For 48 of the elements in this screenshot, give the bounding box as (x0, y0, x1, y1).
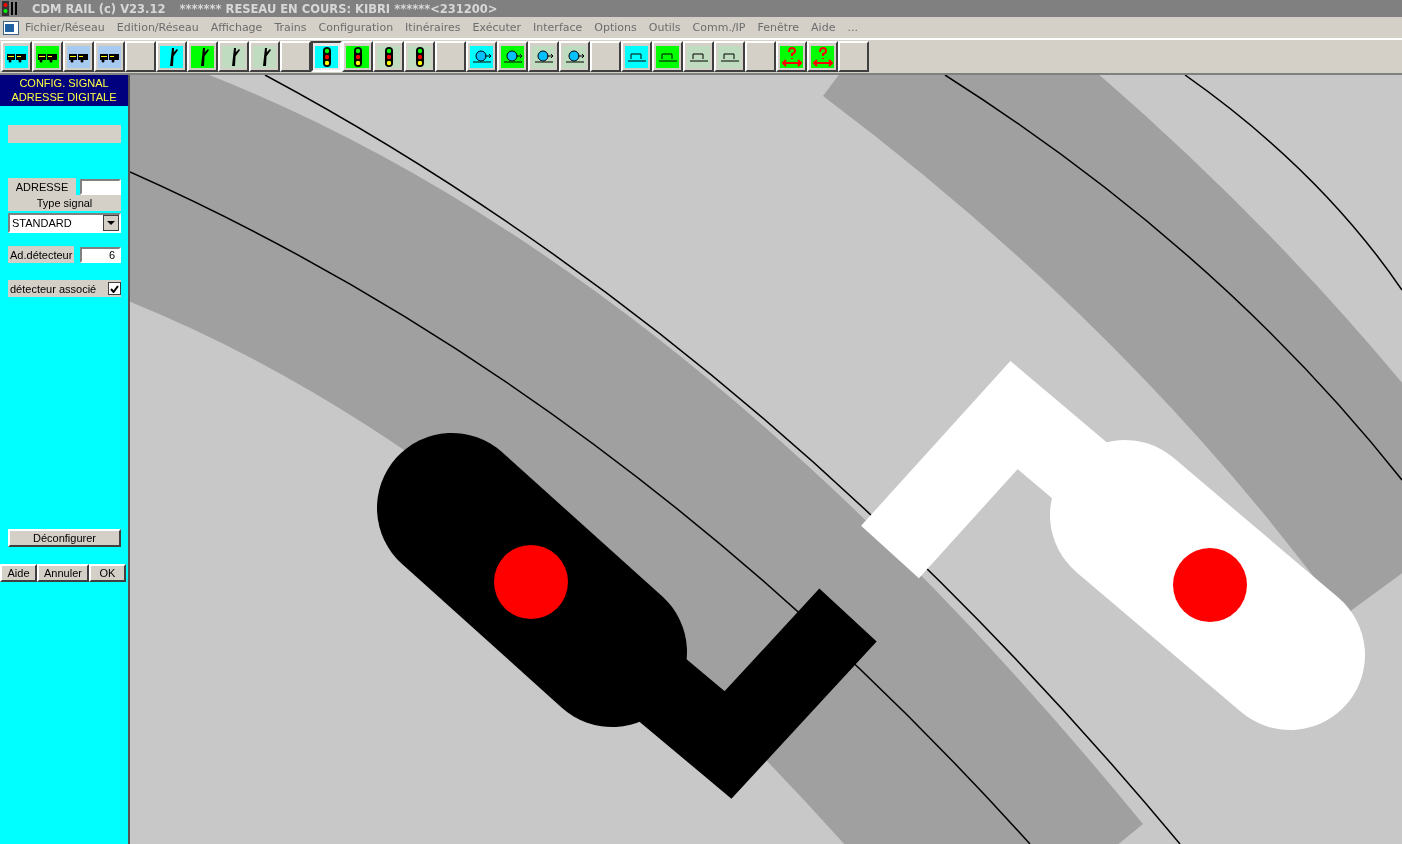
dialog-button[interactable]: OK (89, 564, 126, 582)
menu-item[interactable]: Configuration (312, 21, 400, 34)
sensor-icon (532, 48, 555, 65)
panel-title: ADRESSE DIGITALE (11, 90, 117, 104)
signal-type-dropdown[interactable]: STANDARD (8, 213, 121, 233)
checkbox[interactable] (108, 282, 121, 295)
menu-item[interactable]: Fenêtre (751, 21, 806, 34)
detector-label: Ad.détecteur (8, 246, 75, 263)
app-title: CDM RAIL (c) V23.12 (32, 1, 166, 16)
menu-item[interactable]: Outils (642, 21, 687, 34)
dialog-button[interactable]: Annuler (37, 564, 89, 582)
menu-item[interactable]: Edition/Réseau (110, 21, 205, 34)
buffer-stop-icon (688, 50, 709, 63)
detector-field[interactable]: 6 (80, 246, 121, 263)
question-arrow-icon (780, 46, 803, 67)
menu-item[interactable]: Options (588, 21, 643, 34)
checkmark-icon (110, 284, 119, 293)
traffic-light-icon (321, 46, 332, 67)
window-menu-icon[interactable] (3, 20, 19, 35)
traffic-light-icon (352, 46, 363, 67)
menu-item[interactable]: Trains (268, 21, 313, 34)
address-label: ADRESSE (8, 178, 76, 195)
traffic-light-icon (383, 46, 394, 67)
menu-item[interactable]: Fichier/Réseau (19, 21, 111, 34)
menu-item[interactable]: Interface (527, 21, 589, 34)
buffer-stop-icon (719, 50, 740, 63)
address-field[interactable] (80, 178, 121, 195)
sensor-icon (470, 48, 493, 65)
buffer-stop-icon (626, 50, 647, 63)
panel-title: CONFIG. SIGNAL (19, 76, 109, 90)
app-icon (2, 1, 18, 16)
sensor-icon (563, 48, 586, 65)
menu-item[interactable]: Comm./IP (686, 21, 752, 34)
menu-item[interactable]: Itinéraires (399, 21, 467, 34)
question-arrow-icon (811, 46, 834, 67)
window-title: ******* RESEAU EN COURS: KIBRI ******<231200> (179, 1, 498, 16)
menu-item[interactable]: Exécuter (466, 21, 528, 34)
menu-item[interactable]: Aide (805, 21, 842, 34)
dialog-button[interactable]: Aide (0, 564, 37, 582)
signal-type-label: Type signal (8, 195, 121, 211)
menu-item[interactable]: Affichage (204, 21, 269, 34)
buffer-stop-icon (657, 50, 678, 63)
sensor-icon (501, 48, 524, 65)
menu-item[interactable]: ... (841, 21, 864, 34)
dropdown-arrow-icon (107, 221, 115, 225)
toolbar-button[interactable] (311, 41, 342, 72)
traffic-light-icon (414, 46, 425, 67)
unconfigure-button[interactable]: Déconfigurer (8, 529, 121, 547)
